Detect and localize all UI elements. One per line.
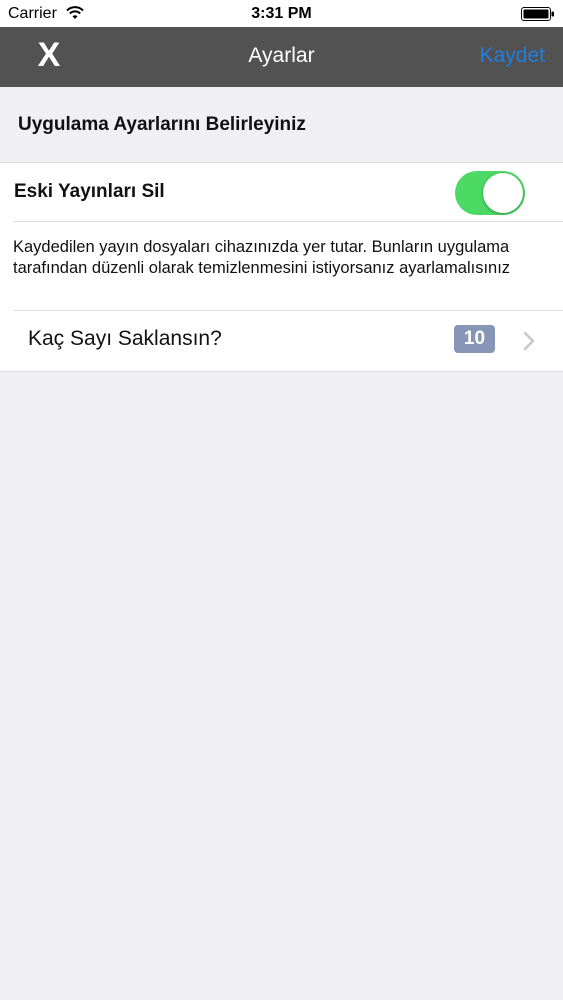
- row-divider: [14, 221, 563, 222]
- keep-count-row[interactable]: Kaç Sayı Saklansın? 10: [0, 311, 563, 371]
- status-time: 3:31 PM: [251, 5, 312, 22]
- setting-description: Kaydedilen yayın dosyaları cihazınızda y…: [13, 238, 511, 277]
- status-bar: Carrier 3:31 PM: [0, 0, 563, 27]
- page-title: Ayarlar: [248, 44, 315, 67]
- delete-old-issues-switch[interactable]: [455, 171, 525, 215]
- delete-old-issues-row: Eski Yayınları Sil: [0, 163, 563, 221]
- chevron-right-icon: [523, 331, 535, 351]
- switch-knob: [483, 173, 523, 213]
- navigation-bar: X Ayarlar Kaydet: [0, 27, 563, 87]
- battery-icon: [521, 7, 554, 21]
- keep-count-label: Kaç Sayı Saklansın?: [28, 327, 222, 350]
- delete-old-issues-label: Eski Yayınları Sil: [14, 181, 165, 202]
- keep-count-badge: 10: [454, 325, 495, 353]
- settings-group: Eski Yayınları Sil Kaydedilen yayın dosy…: [0, 162, 563, 372]
- save-button[interactable]: Kaydet: [480, 44, 545, 68]
- section-header: Uygulama Ayarlarını Belirleyiniz: [18, 114, 306, 135]
